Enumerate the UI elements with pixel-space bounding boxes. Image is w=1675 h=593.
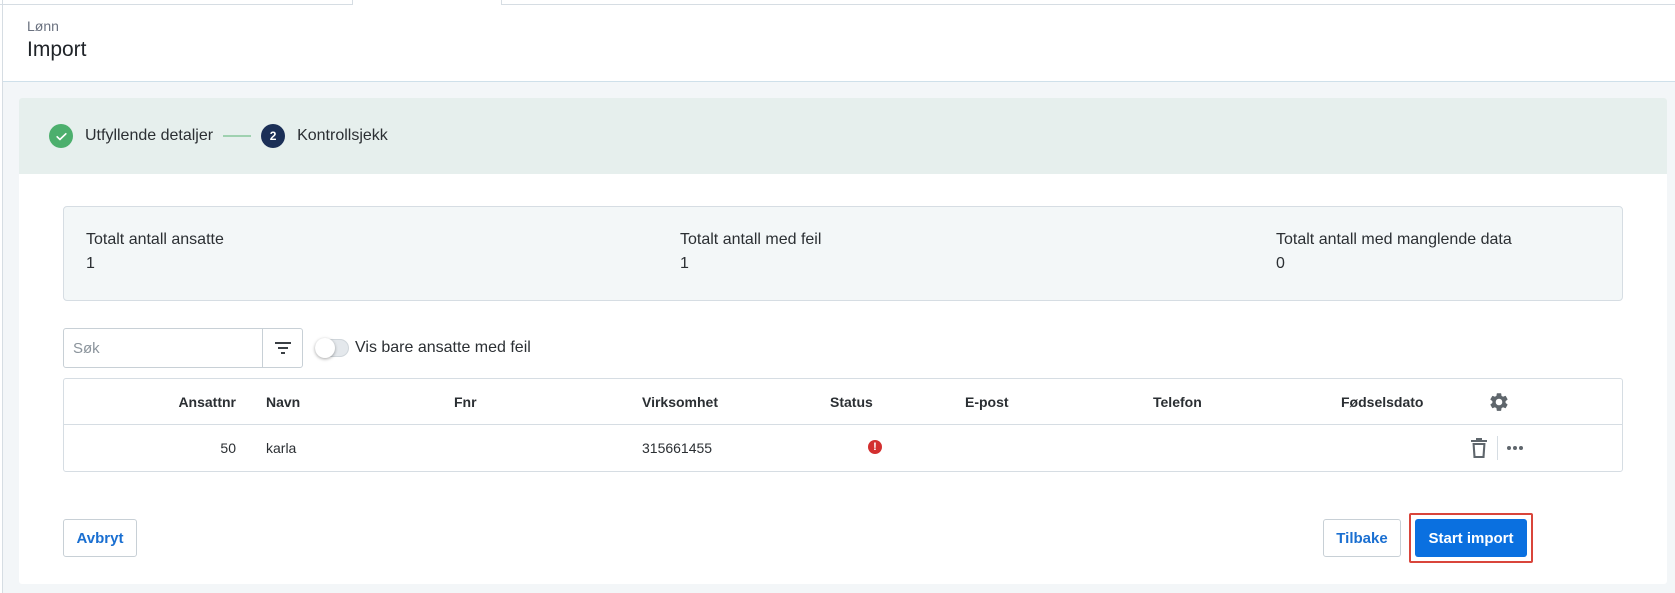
import-card: Utfyllende detaljer 2 Kontrollsjekk Tota… [19,98,1667,584]
row-actions [1469,435,1524,461]
summary-total-errors: Totalt antall med feil 1 [680,231,821,273]
cell-ansattnr: 50 [220,440,236,456]
summary-total-missing: Totalt antall med manglende data 0 [1276,231,1512,273]
search-box [63,328,303,368]
show-errors-toggle[interactable]: Vis bare ansatte med feil [315,334,531,362]
breadcrumb[interactable]: Lønn [27,18,59,34]
column-header-status[interactable]: Status [830,379,873,425]
row-actions-divider [1497,436,1498,460]
summary-total-missing-value: 0 [1276,255,1285,272]
summary-panel: Totalt antall ansatte 1 Totalt antall me… [63,206,1623,301]
summary-total-employees-value: 1 [86,255,95,272]
cell-virksomhet: 315661455 [642,440,713,456]
column-settings-gear-icon[interactable] [1488,391,1510,413]
page-title: Import [27,38,87,61]
summary-total-errors-label: Totalt antall med feil [680,231,822,248]
search-input[interactable] [64,329,262,367]
status-error-icon[interactable]: ! [868,440,882,454]
step-2-label: Kontrollsjekk [297,127,388,144]
toggle-switch[interactable] [315,338,349,358]
stepper: Utfyllende detaljer 2 Kontrollsjekk [19,98,1667,174]
filter-icon [274,342,291,354]
start-import-button[interactable]: Start import [1415,519,1527,557]
column-header-virksomhet[interactable]: Virksomhet [642,379,718,425]
step-connector [223,135,252,137]
more-options-icon[interactable] [1506,445,1524,451]
stepper-steps: Utfyllende detaljer 2 Kontrollsjekk [49,124,388,148]
step-done-check-icon [49,124,73,148]
page-header: Lønn Import [3,5,1675,82]
table-header: Ansattnr Navn Fnr Virksomhet Status E-po… [64,379,1622,425]
column-header-ansattnr[interactable]: Ansattnr [144,379,236,425]
summary-total-employees: Totalt antall ansatte 1 [86,231,224,273]
column-header-telefon[interactable]: Telefon [1153,379,1202,425]
step-2-number: 2 [261,124,286,148]
cancel-button[interactable]: Avbryt [63,519,137,557]
summary-total-missing-label: Totalt antall med manglende data [1276,231,1512,248]
summary-total-errors-value: 1 [680,255,689,272]
employees-table: Ansattnr Navn Fnr Virksomhet Status E-po… [63,378,1623,472]
column-header-epost[interactable]: E-post [965,379,1009,425]
column-header-fodselsdato[interactable]: Fødselsdato [1341,379,1423,425]
back-button[interactable]: Tilbake [1323,519,1401,557]
table-row[interactable]: 50 karla 315661455 ! [64,425,1622,471]
column-header-fnr[interactable]: Fnr [454,379,477,425]
toggle-knob [315,338,335,358]
cell-navn: karla [266,440,297,456]
filter-button[interactable] [262,329,302,367]
step-1-label: Utfyllende detaljer [85,127,214,144]
delete-trash-icon[interactable] [1469,437,1489,459]
column-header-navn[interactable]: Navn [266,379,300,425]
toggle-label: Vis bare ansatte med feil [355,339,531,356]
summary-total-employees-label: Totalt antall ansatte [86,231,224,248]
